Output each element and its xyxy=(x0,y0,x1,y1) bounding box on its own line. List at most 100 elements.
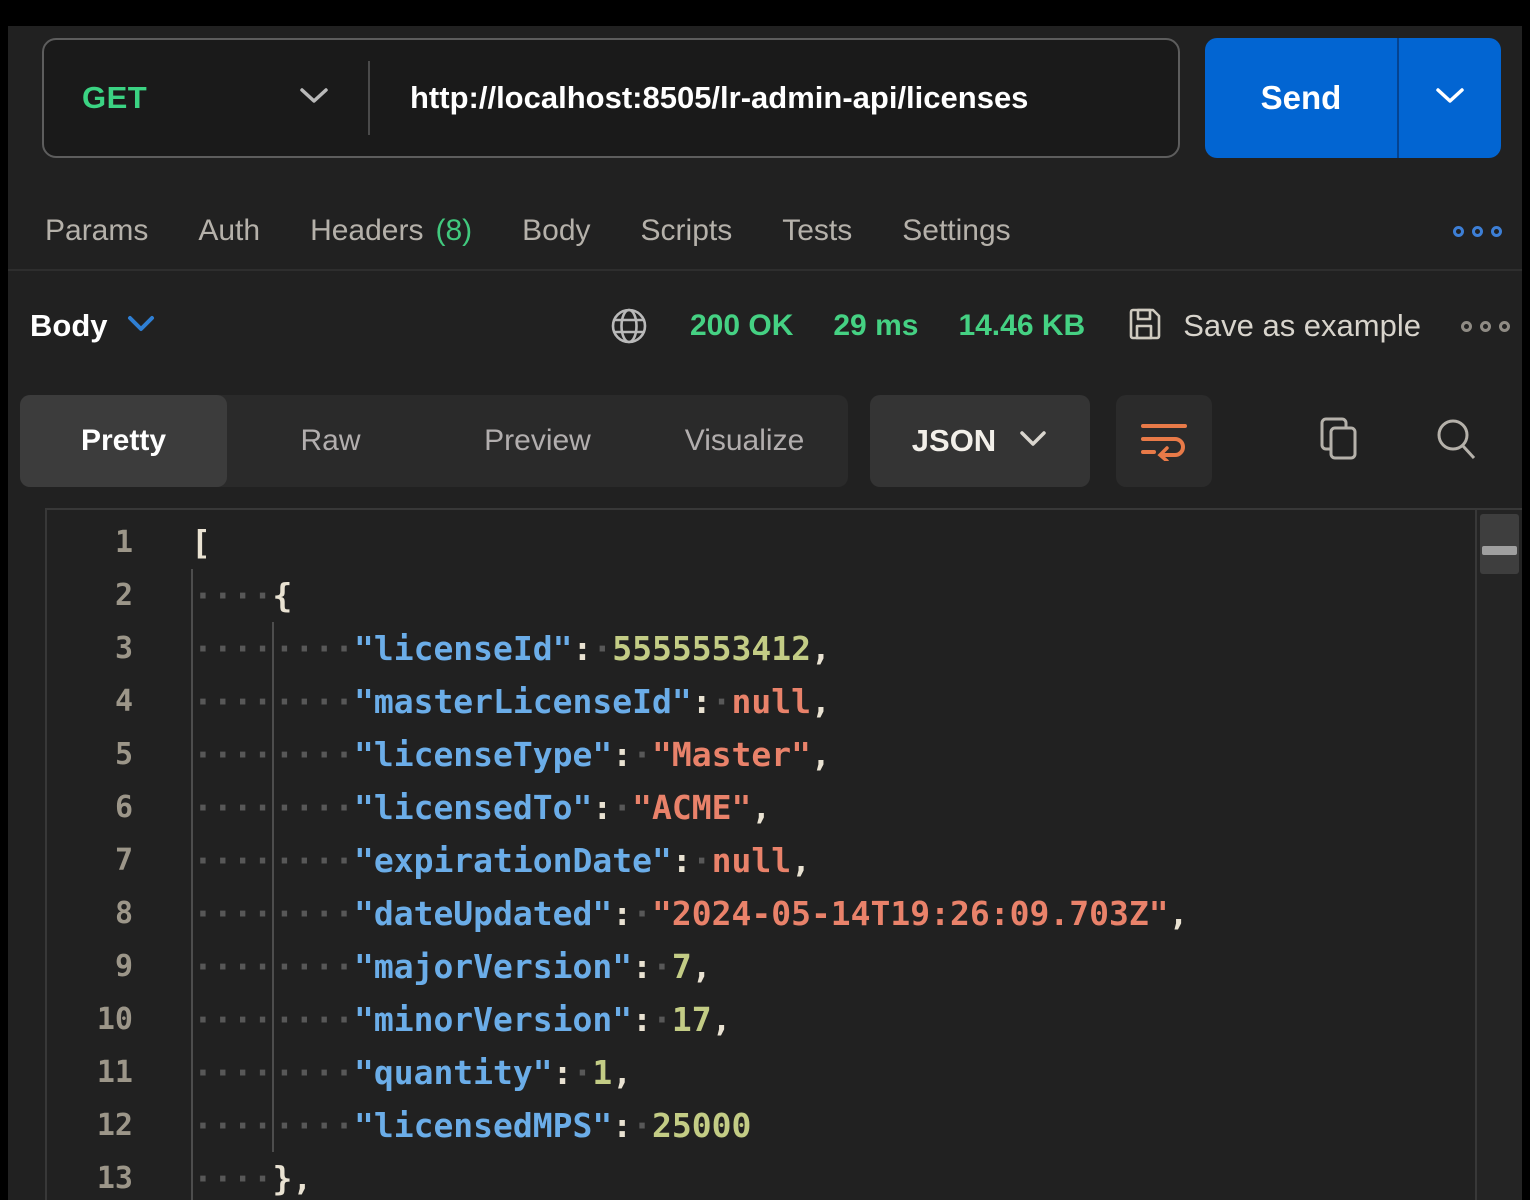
wrap-text-icon xyxy=(1138,417,1190,466)
line-number: 7 xyxy=(47,834,133,887)
send-options-button[interactable] xyxy=(1399,38,1501,158)
dot-icon xyxy=(1461,321,1472,332)
code-line[interactable]: 10········"minorVersion":·17, xyxy=(47,993,1475,1046)
response-more-options-button[interactable] xyxy=(1461,321,1510,332)
response-meta-bar: Body 200 OK 29 ms 14.46 KB xyxy=(30,295,1510,357)
request-more-options-button[interactable] xyxy=(1453,226,1502,237)
request-tab-tests[interactable]: Tests xyxy=(782,214,852,248)
code-line[interactable]: 3········"licenseId":·5555553412, xyxy=(47,622,1475,675)
request-tab-auth[interactable]: Auth xyxy=(198,214,260,248)
line-number: 1 xyxy=(47,516,133,569)
code-line[interactable]: 12········"licensedMPS":·25000 xyxy=(47,1099,1475,1152)
line-content: ····}, xyxy=(133,1152,312,1200)
method-label: GET xyxy=(82,80,147,116)
request-tab-body[interactable]: Body xyxy=(522,214,590,248)
code-line[interactable]: 1[ xyxy=(47,516,1475,569)
code-line[interactable]: 8········"dateUpdated":·"2024-05-14T19:2… xyxy=(47,887,1475,940)
format-dropdown[interactable]: JSON xyxy=(870,395,1090,487)
dot-icon xyxy=(1480,321,1491,332)
response-tab-preview[interactable]: Preview xyxy=(434,395,641,487)
send-button[interactable]: Send xyxy=(1205,38,1397,158)
globe-icon[interactable] xyxy=(608,305,650,347)
response-view-dropdown[interactable]: Body xyxy=(30,308,156,344)
request-tabs: Params Auth Headers (8) Body Scripts Tests Sett… xyxy=(45,200,1502,262)
scrollbar-marker xyxy=(1482,546,1517,555)
response-tab-visualize[interactable]: Visualize xyxy=(641,395,848,487)
line-content: ········"licensedTo":·"ACME", xyxy=(133,781,771,834)
line-content: ····{ xyxy=(133,569,292,622)
code-line[interactable]: 5········"licenseType":·"Master", xyxy=(47,728,1475,781)
code-line[interactable]: 7········"expirationDate":·null, xyxy=(47,834,1475,887)
response-view-tabs: PrettyRawPreviewVisualize xyxy=(20,395,848,487)
line-content: ········"quantity":·1, xyxy=(133,1046,632,1099)
tab-label: Scripts xyxy=(641,214,733,248)
line-number: 4 xyxy=(47,675,133,728)
scrollbar-thumb[interactable] xyxy=(1480,514,1519,574)
copy-response-button[interactable] xyxy=(1316,415,1362,468)
line-content: ········"masterLicenseId":·null, xyxy=(133,675,831,728)
chevron-down-icon xyxy=(1433,85,1467,112)
dot-icon xyxy=(1453,226,1464,237)
search-response-button[interactable] xyxy=(1432,415,1480,468)
dot-icon xyxy=(1472,226,1483,237)
line-content: ········"licenseId":·5555553412, xyxy=(133,622,831,675)
code-lines: 1[2····{3········"licenseId":·5555553412… xyxy=(47,510,1475,1200)
tab-label: Tests xyxy=(782,214,852,248)
save-as-example-button[interactable]: Save as example xyxy=(1125,304,1421,349)
request-tab-headers[interactable]: Headers (8) xyxy=(310,214,472,248)
request-tab-params[interactable]: Params xyxy=(45,214,148,248)
search-icon xyxy=(1432,415,1480,468)
chevron-down-icon xyxy=(298,86,330,111)
floppy-save-icon xyxy=(1125,304,1165,349)
response-time[interactable]: 29 ms xyxy=(833,309,918,343)
scrollbar[interactable] xyxy=(1475,510,1522,1200)
method-dropdown[interactable]: GET xyxy=(44,40,368,156)
app-window: GET http://localhost:8505/lr-admin-api/l… xyxy=(8,26,1522,1200)
tab-label: Auth xyxy=(198,214,260,248)
response-view-label: Body xyxy=(30,308,108,344)
response-tab-pretty[interactable]: Pretty xyxy=(20,395,227,487)
response-size[interactable]: 14.46 KB xyxy=(958,309,1085,343)
code-line[interactable]: 2····{ xyxy=(47,569,1475,622)
code-line[interactable]: 13····}, xyxy=(47,1152,1475,1200)
request-tab-settings[interactable]: Settings xyxy=(902,214,1010,248)
response-toolbar: PrettyRawPreviewVisualize JSON xyxy=(20,395,1502,487)
line-number: 10 xyxy=(47,993,133,1046)
code-line[interactable]: 11········"quantity":·1, xyxy=(47,1046,1475,1099)
request-url-bar: GET http://localhost:8505/lr-admin-api/l… xyxy=(42,38,1180,158)
dot-icon xyxy=(1491,226,1502,237)
line-number: 6 xyxy=(47,781,133,834)
format-label: JSON xyxy=(912,423,996,459)
wrap-text-button[interactable] xyxy=(1116,395,1212,487)
code-line[interactable]: 4········"masterLicenseId":·null, xyxy=(47,675,1475,728)
code-line[interactable]: 9········"majorVersion":·7, xyxy=(47,940,1475,993)
line-number: 12 xyxy=(47,1099,133,1152)
tab-label: Body xyxy=(522,214,590,248)
line-number: 3 xyxy=(47,622,133,675)
tab-label: Headers xyxy=(310,214,423,248)
dot-icon xyxy=(1499,321,1510,332)
line-content: ········"licenseType":·"Master", xyxy=(133,728,831,781)
line-content: ········"majorVersion":·7, xyxy=(133,940,712,993)
status-badge[interactable]: 200 OK xyxy=(690,309,793,343)
save-as-example-label: Save as example xyxy=(1183,308,1421,344)
send-split-button: Send xyxy=(1205,38,1501,158)
response-body-panel: 1[2····{3········"licenseId":·5555553412… xyxy=(45,508,1522,1200)
copy-icon xyxy=(1316,415,1362,468)
tab-count-badge: (8) xyxy=(435,214,472,248)
code-line[interactable]: 6········"licensedTo":·"ACME", xyxy=(47,781,1475,834)
line-content: [ xyxy=(133,516,211,569)
response-tab-raw[interactable]: Raw xyxy=(227,395,434,487)
line-content: ········"expirationDate":·null, xyxy=(133,834,811,887)
line-content: ········"dateUpdated":·"2024-05-14T19:26… xyxy=(133,887,1188,940)
line-number: 5 xyxy=(47,728,133,781)
line-number: 9 xyxy=(47,940,133,993)
line-content: ········"minorVersion":·17, xyxy=(133,993,732,1046)
line-number: 11 xyxy=(47,1046,133,1099)
line-number: 8 xyxy=(47,887,133,940)
url-input[interactable]: http://localhost:8505/lr-admin-api/licen… xyxy=(410,80,1028,116)
tab-label: Settings xyxy=(902,214,1010,248)
divider xyxy=(8,269,1522,271)
line-content: ········"licensedMPS":·25000 xyxy=(133,1099,751,1152)
request-tab-scripts[interactable]: Scripts xyxy=(641,214,733,248)
